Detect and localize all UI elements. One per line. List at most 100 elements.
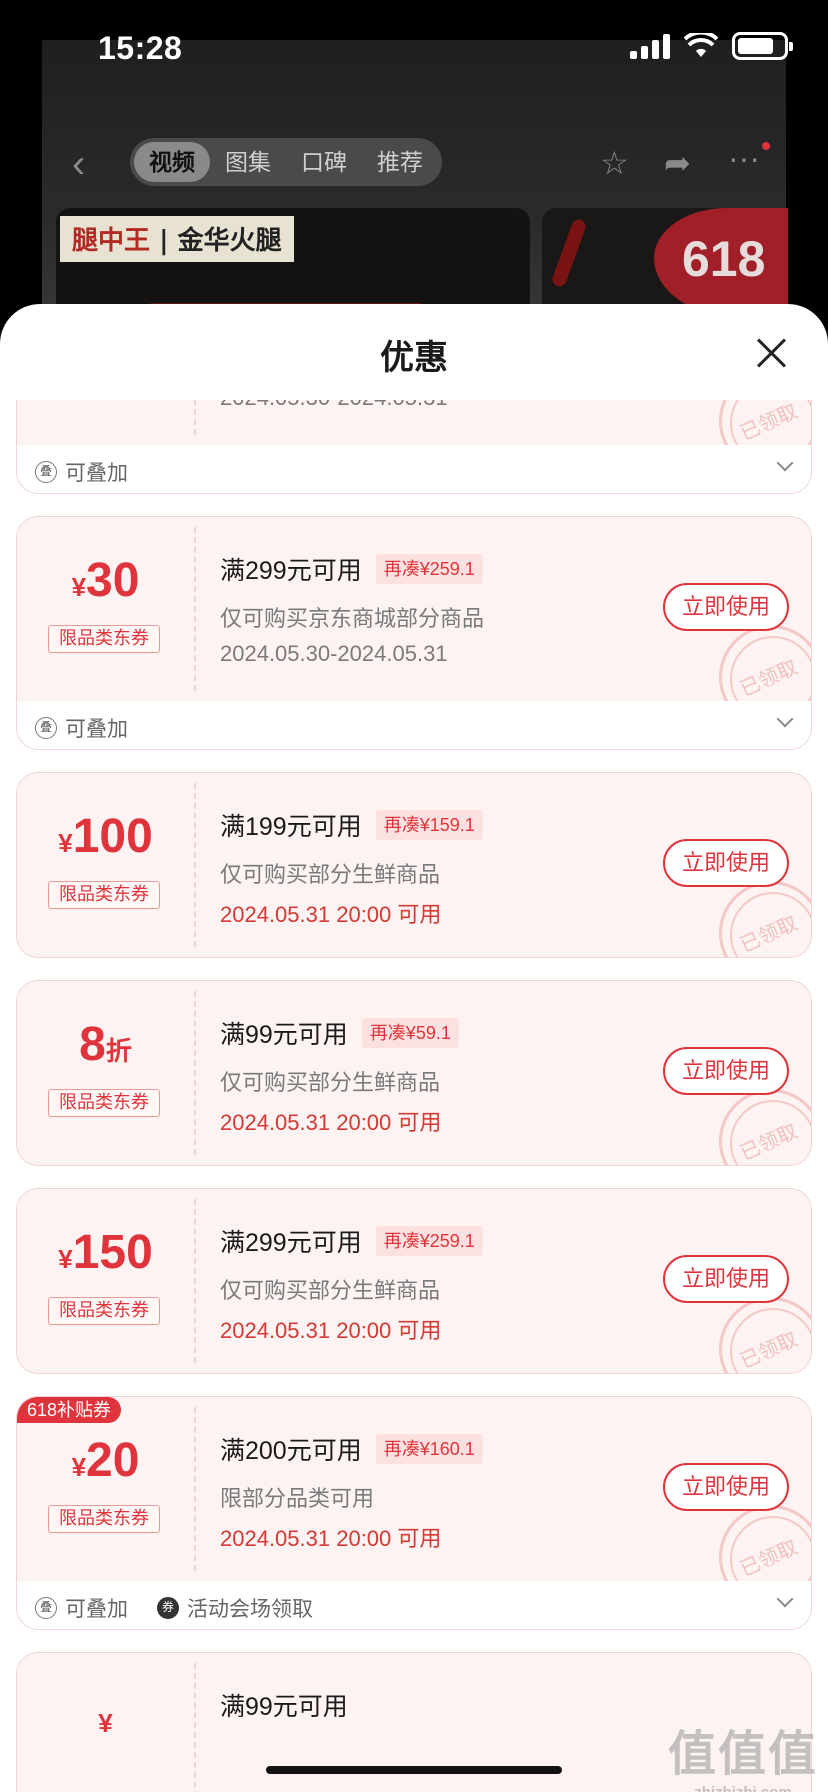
coupon-amount: ¥150 — [17, 1225, 194, 1280]
use-now-button[interactable]: 立即使用 — [663, 1047, 789, 1095]
coupon-condition-row: 满299元可用 再凑¥259.1 — [220, 1223, 483, 1259]
coupon-list[interactable]: ¥20限品类东券满299元可用再凑¥259.1仅可购买京东商城部分商品2024.… — [0, 400, 828, 1792]
coupon-validity: 2024.05.31 20:00 可用 — [220, 1318, 442, 1343]
home-indicator — [266, 1766, 562, 1774]
coupon-validity: 2024.05.31 20:00 可用 — [220, 1526, 442, 1551]
amount-value: 8 — [79, 1018, 106, 1071]
tab-video[interactable]: 视频 — [134, 142, 210, 182]
coupon-condition-row: 满299元可用 再凑¥259.1 — [220, 551, 483, 587]
remaining-amount-tag: 再凑¥59.1 — [361, 1018, 459, 1048]
coupon-body: ¥30 限品类东券 满299元可用 再凑¥259.1 仅可购买京东商城部分商品 2024.… — [17, 517, 811, 729]
coupon-extra-item: 叠可叠加 — [35, 457, 128, 487]
coupon-extras[interactable]: 叠可叠加券活动会场领取 — [17, 1581, 811, 1629]
dashed-divider — [194, 1407, 196, 1571]
currency-symbol: ¥ — [98, 1708, 113, 1738]
chevron-down-icon[interactable] — [776, 454, 794, 472]
coupon-body: ¥20限品类东券满299元可用再凑¥259.1仅可购买京东商城部分商品2024.… — [17, 400, 811, 473]
coupon-type-tag: 限品类东券 — [48, 1089, 160, 1117]
wifi-icon — [684, 33, 718, 57]
favorite-star-icon[interactable]: ☆ — [600, 144, 629, 182]
tab-recommend[interactable]: 推荐 — [362, 142, 438, 182]
currency-symbol: ¥ — [71, 572, 87, 602]
use-now-button[interactable]: 立即使用 — [663, 1463, 789, 1511]
currency-symbol: ¥ — [58, 828, 73, 858]
sheet-title: 优惠 — [380, 339, 448, 377]
coupon-body: ¥100 限品类东券 满199元可用 再凑¥159.1 仅可购买部分生鲜商品 2024.0… — [17, 773, 811, 957]
use-now-button[interactable]: 立即使用 — [663, 1255, 789, 1303]
coupon-scope: 仅可购买部分生鲜商品 — [220, 1070, 441, 1095]
promo-618-badge: 618 — [654, 208, 788, 318]
coupon-body: 8折限品类东券 满99元可用 再凑¥59.1 仅可购买部分生鲜商品 2024.05.31… — [17, 981, 811, 1165]
coupon-card[interactable]: ¥100 限品类东券 满199元可用 再凑¥159.1 仅可购买部分生鲜商品 2024.0… — [16, 772, 812, 958]
dashed-divider — [194, 1663, 196, 1792]
coupon-condition: 满200元可用 — [220, 1437, 362, 1465]
remaining-amount-tag: 再凑¥259.1 — [375, 554, 483, 584]
coupon-amount: ¥20 — [17, 1433, 194, 1488]
claimed-stamp-icon: 已领取 — [719, 1089, 811, 1165]
extra-label: 可叠加 — [65, 1598, 128, 1621]
coupon-amount: ¥ — [17, 1689, 194, 1744]
coupon-card[interactable]: 8折限品类东券 满99元可用 再凑¥59.1 仅可购买部分生鲜商品 2024.05.31… — [16, 980, 812, 1166]
remaining-amount-tag: 再凑¥160.1 — [375, 1434, 483, 1464]
dashed-divider — [194, 1199, 196, 1363]
amount-unit: 折 — [105, 1036, 132, 1066]
coupon-scope: 仅可购买部分生鲜商品 — [220, 1278, 441, 1303]
coupon-extra-item: 叠可叠加 — [35, 713, 128, 743]
close-icon[interactable] — [752, 334, 792, 374]
coupon-amount: ¥100 — [17, 809, 194, 864]
coupon-validity: 2024.05.30-2024.05.31 — [220, 641, 448, 666]
currency-symbol: ¥ — [71, 1452, 87, 1482]
coupon-condition-row: 满99元可用 — [220, 1687, 348, 1723]
coupon-type-tag: 限品类东券 — [48, 1297, 160, 1325]
extra-label: 可叠加 — [65, 462, 128, 485]
coupon-validity: 2024.05.31 20:00 可用 — [220, 902, 442, 927]
remaining-amount-tag: 再凑¥259.1 — [375, 1226, 483, 1256]
coupon-condition: 满99元可用 — [220, 1693, 348, 1721]
coupon-sheet: 优惠 ¥20限品类东券满299元可用再凑¥259.1仅可购买京东商城部分商品20… — [0, 304, 828, 1792]
chevron-down-icon[interactable] — [776, 710, 794, 728]
subsidy-badge: 618补贴券 — [17, 1397, 122, 1423]
coupon-extra-item: 叠可叠加 — [35, 1593, 128, 1623]
chili-image — [550, 217, 588, 289]
watermark: 值值值 zhizhizhi.com — [667, 1728, 818, 1792]
amount-value: 100 — [72, 810, 153, 863]
coupon-condition: 满299元可用 — [220, 1229, 362, 1257]
coupon-condition-row: 满200元可用 再凑¥160.1 — [220, 1431, 483, 1467]
coupon-type-tag: 限品类东券 — [48, 1505, 160, 1533]
amount-value: 30 — [86, 554, 140, 607]
coupon-extras[interactable]: 叠可叠加 — [17, 701, 811, 749]
coupon-amount: ¥30 — [17, 553, 194, 608]
coupon-card[interactable]: ¥150 限品类东券 满299元可用 再凑¥259.1 仅可购买部分生鲜商品 2024.0… — [16, 1188, 812, 1374]
claimed-stamp-icon: 已领取 — [719, 1297, 811, 1373]
coupon-condition: 满299元可用 — [220, 557, 362, 585]
dashed-divider — [194, 991, 196, 1155]
coupon-card[interactable]: ¥30 限品类东券 满299元可用 再凑¥259.1 仅可购买京东商城部分商品 2024.… — [16, 516, 812, 750]
back-icon[interactable]: ‹ — [72, 142, 85, 187]
tab-gallery[interactable]: 图集 — [210, 142, 286, 182]
dashed-divider — [194, 783, 196, 947]
coupon-extras[interactable]: 叠可叠加 — [17, 445, 811, 493]
coupon-card[interactable]: ¥20限品类东券满299元可用再凑¥259.1仅可购买京东商城部分商品2024.… — [16, 400, 812, 494]
coupon-validity: 2024.05.31 20:00 可用 — [220, 1110, 442, 1135]
coupon-card[interactable]: 618补贴券 ¥20 限品类东券 满200元可用 再凑¥160.1 限部分品类可用 2024… — [16, 1396, 812, 1630]
extra-label: 活动会场领取 — [187, 1598, 313, 1621]
coupon-condition: 满99元可用 — [220, 1021, 348, 1049]
use-now-button[interactable]: 立即使用 — [663, 839, 789, 887]
battery-icon — [732, 32, 793, 60]
dashed-divider — [194, 400, 196, 435]
coupon-scope: 仅可购买部分生鲜商品 — [220, 862, 441, 887]
coupon-type-tag: 限品类东券 — [48, 881, 160, 909]
coupon-condition: 满199元可用 — [220, 813, 362, 841]
more-icon[interactable]: ··· — [728, 140, 760, 177]
stack-icon: 叠 — [35, 461, 57, 483]
stack-icon: 叠 — [35, 717, 57, 739]
coupon-scope: 限部分品类可用 — [220, 1486, 375, 1511]
notification-dot — [762, 142, 770, 150]
share-icon[interactable]: ➦ — [664, 144, 691, 182]
chevron-down-icon[interactable] — [776, 1590, 794, 1608]
coupon-validity: 2024.05.30-2024.05.31 — [220, 400, 448, 411]
tab-reviews[interactable]: 口碑 — [286, 142, 362, 182]
use-now-button[interactable]: 立即使用 — [663, 583, 789, 631]
coupon-body: 618补贴券 ¥20 限品类东券 满200元可用 再凑¥160.1 限部分品类可用 2024… — [17, 1397, 811, 1609]
media-tabs: 视频 图集 口碑 推荐 — [130, 138, 442, 186]
